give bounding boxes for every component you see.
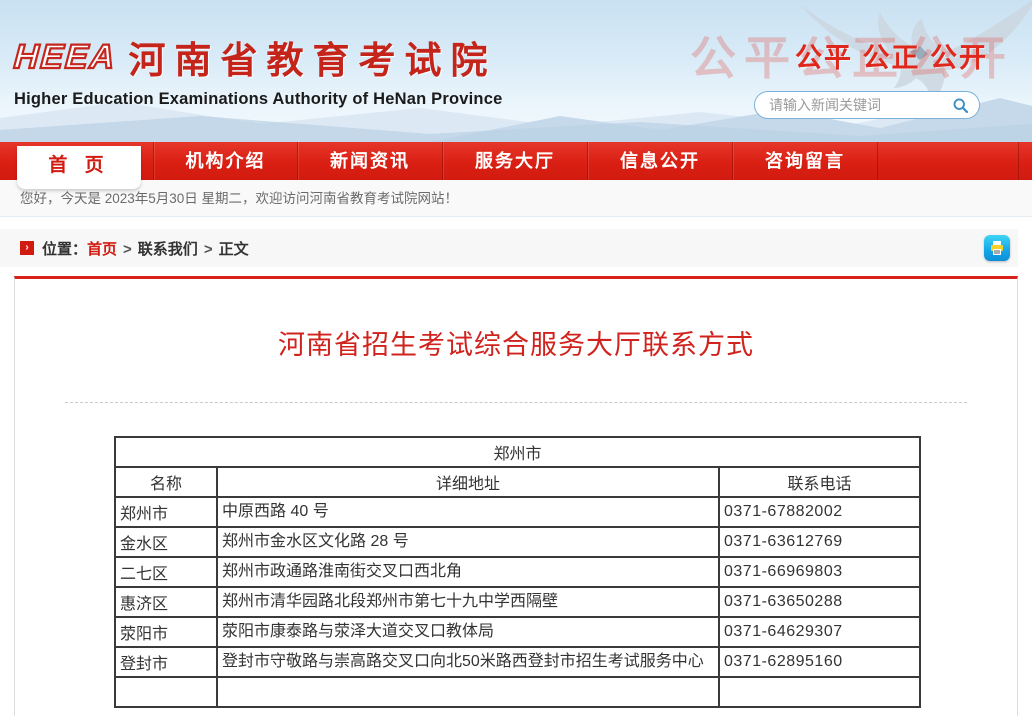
table-region-row: 郑州市 bbox=[115, 437, 920, 467]
column-header-address: 详细地址 bbox=[217, 467, 719, 497]
column-header-name: 名称 bbox=[115, 467, 217, 497]
nav-item-4[interactable]: 信息公开 bbox=[588, 142, 733, 180]
slogan-text: 公平 公正 公开 bbox=[795, 36, 988, 75]
site-title: 河南省教育考试院 bbox=[128, 30, 496, 84]
table-cell-address: 登封市守敬路与崇高路交叉口向北50米路西登封市招生考试服务中心 bbox=[217, 647, 719, 677]
table-cell-address: 荥阳市康泰路与荥泽大道交叉口教体局 bbox=[217, 617, 719, 647]
table-row: 荥阳市荥阳市康泰路与荥泽大道交叉口教体局0371-64629307 bbox=[115, 617, 920, 647]
breadcrumb-separator: > bbox=[123, 241, 132, 258]
table-cell-address: 郑州市金水区文化路 28 号 bbox=[217, 527, 719, 557]
nav-row: 机构介绍新闻资讯服务大厅信息公开咨询留言 bbox=[0, 142, 1032, 180]
table-row: 登封市登封市守敬路与崇高路交叉口向北50米路西登封市招生考试服务中心0371-6… bbox=[115, 647, 920, 677]
table-cell-address: 中原西路 40 号 bbox=[217, 497, 719, 527]
breadcrumb-separator: > bbox=[204, 241, 213, 258]
column-header-phone: 联系电话 bbox=[719, 467, 920, 497]
table-cell-name: 金水区 bbox=[115, 527, 217, 557]
table-cell-name: 荥阳市 bbox=[115, 617, 217, 647]
table-row: 二七区郑州市政通路淮南街交叉口西北角0371-66969803 bbox=[115, 557, 920, 587]
table-row: 金水区郑州市金水区文化路 28 号0371-63612769 bbox=[115, 527, 920, 557]
region-header-cell: 郑州市 bbox=[115, 437, 920, 467]
table-header-row: 名称 详细地址 联系电话 bbox=[115, 467, 920, 497]
breadcrumb-label: 位置： bbox=[42, 241, 87, 258]
table-cell-name: 惠济区 bbox=[115, 587, 217, 617]
table-cell-address: 郑州市政通路淮南街交叉口西北角 bbox=[217, 557, 719, 587]
table-row: 郑州市中原西路 40 号0371-67882002 bbox=[115, 497, 920, 527]
table-cell-name: 二七区 bbox=[115, 557, 217, 587]
table-cell-phone: 0371-66969803 bbox=[719, 557, 920, 587]
nav-item-1[interactable]: 机构介绍 bbox=[153, 142, 298, 180]
breadcrumb-item-2: 正文 bbox=[219, 241, 249, 258]
printer-icon bbox=[988, 239, 1006, 257]
breadcrumb-trail: 位置：首页 > 联系我们 > 正文 bbox=[42, 238, 249, 259]
table-row: 惠济区郑州市清华园路北段郑州市第七十九中学西隔壁0371-63650288 bbox=[115, 587, 920, 617]
breadcrumb-item-1[interactable]: 联系我们 bbox=[138, 241, 198, 258]
search-icon[interactable] bbox=[952, 97, 969, 114]
nav-tab-home[interactable]: 首 页 bbox=[17, 146, 141, 189]
page-root: 公平公正公开 公平 公正 公开 HEEA 河南省教育考试院 Higher Edu… bbox=[0, 0, 1032, 727]
breadcrumb-arrow-icon: › bbox=[20, 241, 34, 255]
table-cell-address: 郑州市清华园路北段郑州市第七十九中学西隔壁 bbox=[217, 587, 719, 617]
breadcrumb-item-0[interactable]: 首页 bbox=[87, 241, 117, 258]
breadcrumb: › 位置：首页 > 联系我们 > 正文 bbox=[0, 229, 1018, 267]
print-button[interactable] bbox=[984, 235, 1010, 261]
nav-item-2[interactable]: 新闻资讯 bbox=[298, 142, 443, 180]
greeting-bar: 您好，今天是 2023年5月30日 星期二，欢迎访问河南省教育考试院网站！ bbox=[0, 180, 1032, 217]
table-cell-empty bbox=[217, 677, 719, 707]
contact-table: 郑州市 名称 详细地址 联系电话 郑州市中原西路 40 号0371-678820… bbox=[114, 436, 921, 708]
article-title: 河南省招生考试综合服务大厅联系方式 bbox=[15, 323, 1017, 362]
search-input[interactable] bbox=[769, 97, 952, 113]
table-cell-empty bbox=[115, 677, 217, 707]
dotted-separator bbox=[65, 402, 967, 403]
table-cell-empty bbox=[719, 677, 920, 707]
site-title-english: Higher Education Examinations Authority … bbox=[14, 90, 502, 109]
site-logo: HEEA 河南省教育考试院 Higher Education Examinati… bbox=[14, 30, 502, 109]
table-cell-name: 登封市 bbox=[115, 647, 217, 677]
table-cell-phone: 0371-67882002 bbox=[719, 497, 920, 527]
table-cell-phone: 0371-63650288 bbox=[719, 587, 920, 617]
table-row-partial bbox=[115, 677, 920, 707]
article-container: 河南省招生考试综合服务大厅联系方式 郑州市 名称 详细地址 联系电话 郑州市中原… bbox=[14, 276, 1018, 716]
news-search-box[interactable] bbox=[754, 91, 980, 119]
table-cell-phone: 0371-62895160 bbox=[719, 647, 920, 677]
nav-filler bbox=[878, 142, 1019, 180]
table-cell-phone: 0371-64629307 bbox=[719, 617, 920, 647]
main-nav: 机构介绍新闻资讯服务大厅信息公开咨询留言 首 页 bbox=[0, 142, 1032, 180]
nav-item-3[interactable]: 服务大厅 bbox=[443, 142, 588, 180]
nav-item-5[interactable]: 咨询留言 bbox=[733, 142, 878, 180]
site-header: 公平公正公开 公平 公正 公开 HEEA 河南省教育考试院 Higher Edu… bbox=[0, 0, 1032, 142]
table-cell-name: 郑州市 bbox=[115, 497, 217, 527]
logo-acronym: HEEA bbox=[13, 38, 118, 77]
table-cell-phone: 0371-63612769 bbox=[719, 527, 920, 557]
